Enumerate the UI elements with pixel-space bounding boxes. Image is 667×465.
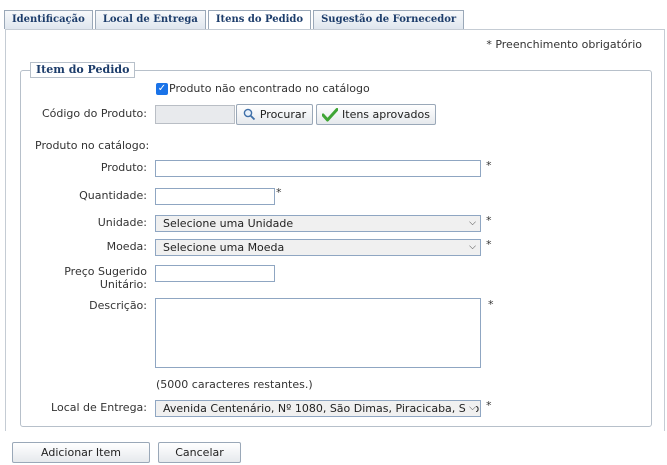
preco-label-line2: Unitário: xyxy=(99,278,147,291)
moeda-selected: Selecione uma Moeda xyxy=(163,241,285,254)
unidade-select[interactable]: Selecione uma Unidade ⌵ xyxy=(155,215,481,232)
cancelar-button[interactable]: Cancelar xyxy=(158,442,241,463)
tab-identificacao[interactable]: Identificação xyxy=(4,10,93,29)
produto-required-mark: * xyxy=(486,159,492,172)
chevron-down-icon: ⌵ xyxy=(469,242,476,252)
not-in-catalog-label: Produto não encontrado no catálogo xyxy=(169,82,370,95)
local-entrega-label: Local de Entrega: xyxy=(51,401,147,414)
chevron-down-icon: ⌵ xyxy=(466,401,476,416)
procurar-button[interactable]: Procurar xyxy=(236,104,313,125)
descricao-textarea[interactable] xyxy=(155,298,481,368)
green-check-icon xyxy=(322,107,339,122)
quantidade-label: Quantidade: xyxy=(79,189,147,202)
moeda-label: Moeda: xyxy=(106,240,147,253)
tab-itens-do-pedido[interactable]: Itens do Pedido xyxy=(207,10,312,30)
quantidade-required-mark: * xyxy=(276,186,282,199)
preco-label-line1: Preço Sugerido xyxy=(64,265,147,278)
caracteres-restantes: (5000 caracteres restantes.) xyxy=(156,378,313,391)
not-in-catalog-checkbox[interactable]: ✓ xyxy=(156,82,168,95)
itens-aprovados-button[interactable]: Itens aprovados xyxy=(316,104,436,125)
tab-local-de-entrega[interactable]: Local de Entrega xyxy=(94,10,206,29)
itens-aprovados-label: Itens aprovados xyxy=(342,108,430,121)
produto-catalogo-label: Produto no catálogo: xyxy=(35,139,150,152)
produto-label: Produto: xyxy=(100,161,147,174)
preco-label: Preço Sugerido Unitário: xyxy=(20,265,147,291)
tab-bar: Identificação Local de Entrega Itens do … xyxy=(4,10,466,30)
procurar-label: Procurar xyxy=(259,108,307,121)
descricao-required-mark: * xyxy=(488,298,494,311)
codigo-input xyxy=(155,105,235,124)
codigo-label: Código do Produto: xyxy=(41,107,147,120)
unidade-selected: Selecione uma Unidade xyxy=(163,217,294,230)
not-in-catalog-row[interactable]: ✓ Produto não encontrado no catálogo xyxy=(156,82,370,95)
fieldset-title: Item do Pedido xyxy=(30,62,136,78)
magnifier-icon xyxy=(243,108,256,121)
adicionar-item-button[interactable]: Adicionar Item xyxy=(12,442,150,463)
quantidade-input[interactable] xyxy=(155,188,275,205)
produto-input[interactable] xyxy=(155,160,481,177)
unidade-required-mark: * xyxy=(486,214,492,227)
unidade-label: Unidade: xyxy=(97,216,147,229)
tab-sugestao-de-fornecedor[interactable]: Sugestão de Fornecedor xyxy=(313,10,465,29)
local-entrega-select[interactable]: Avenida Centenário, Nº 1080, São Dimas, … xyxy=(155,400,481,417)
descricao-label: Descrição: xyxy=(89,299,147,312)
moeda-required-mark: * xyxy=(486,238,492,251)
required-note: * Preenchimento obrigatório xyxy=(486,38,642,51)
preco-input[interactable] xyxy=(155,265,275,282)
chevron-down-icon: ⌵ xyxy=(469,218,476,228)
local-entrega-selected: Avenida Centenário, Nº 1080, São Dimas, … xyxy=(163,402,481,415)
local-entrega-required-mark: * xyxy=(486,399,492,412)
moeda-select[interactable]: Selecione uma Moeda ⌵ xyxy=(155,239,481,256)
